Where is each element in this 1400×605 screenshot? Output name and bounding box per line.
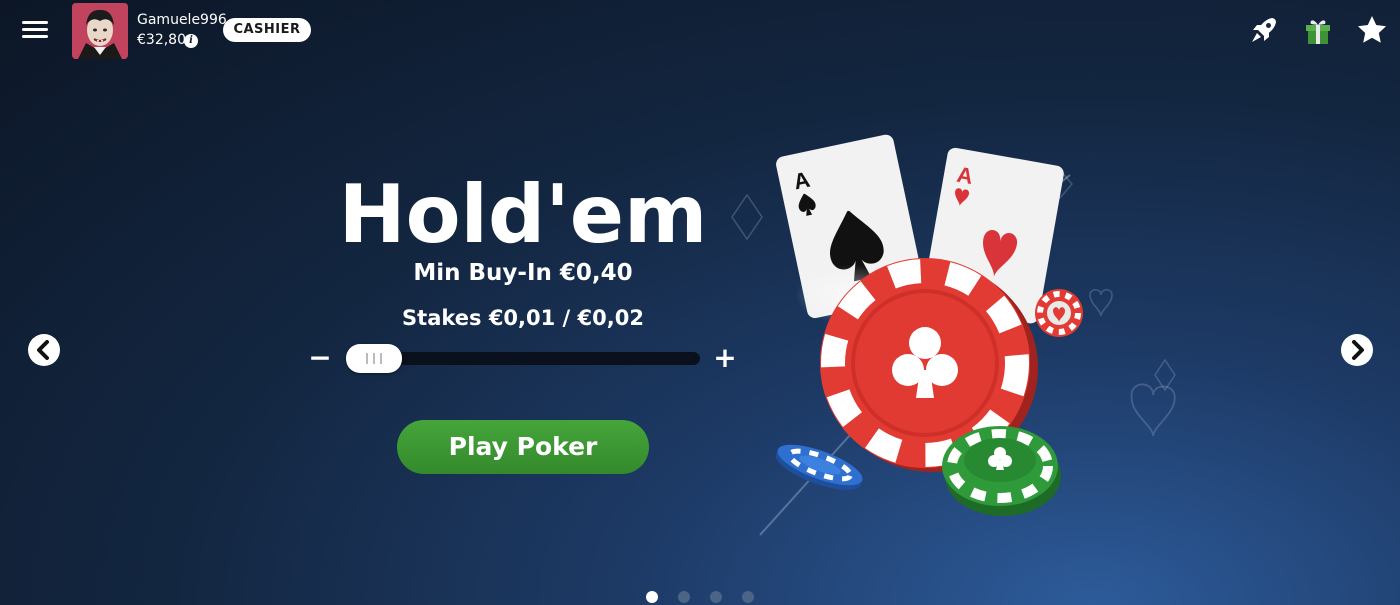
carousel-dot-3[interactable] [710, 591, 722, 603]
avatar[interactable] [72, 3, 128, 59]
username: Gamuele996 [137, 12, 227, 28]
rocket-icon[interactable] [1248, 14, 1280, 46]
poker-chips-cards-illustration: A A [731, 134, 1176, 536]
poker-lobby-screen: Gamuele996 €32,80 i CASHIER Hold'em Min … [0, 0, 1400, 605]
cashier-button[interactable]: CASHIER [223, 18, 311, 42]
top-bar: Gamuele996 €32,80 i CASHIER [0, 0, 1400, 62]
stakes-text: Stakes €0,01 / €0,02 [402, 306, 644, 330]
carousel-dot-2[interactable] [678, 591, 690, 603]
balance: €32,80 [137, 32, 186, 48]
gift-icon[interactable] [1302, 14, 1334, 46]
carousel-prev-button[interactable] [28, 334, 60, 366]
min-buyin-text: Min Buy-In €0,40 [413, 260, 633, 286]
info-icon[interactable]: i [184, 34, 198, 48]
decrease-stakes-button[interactable]: − [308, 343, 332, 373]
carousel-next-button[interactable] [1341, 334, 1373, 366]
vampire-avatar-image [72, 3, 128, 59]
carousel-dot-1[interactable] [646, 591, 658, 603]
small-heart-chip [1035, 289, 1083, 337]
game-title: Hold'em [338, 168, 708, 261]
carousel-dot-4[interactable] [742, 591, 754, 603]
green-club-chip [942, 426, 1061, 516]
hamburger-menu-icon[interactable] [20, 18, 50, 42]
chevron-left-icon [37, 340, 49, 360]
carousel-pagination [646, 591, 758, 603]
star-icon[interactable] [1356, 14, 1388, 46]
stakes-slider-handle[interactable] [346, 344, 402, 373]
chevron-right-icon [1352, 340, 1364, 360]
blue-chip [775, 444, 863, 490]
play-poker-button[interactable]: Play Poker [397, 420, 649, 474]
